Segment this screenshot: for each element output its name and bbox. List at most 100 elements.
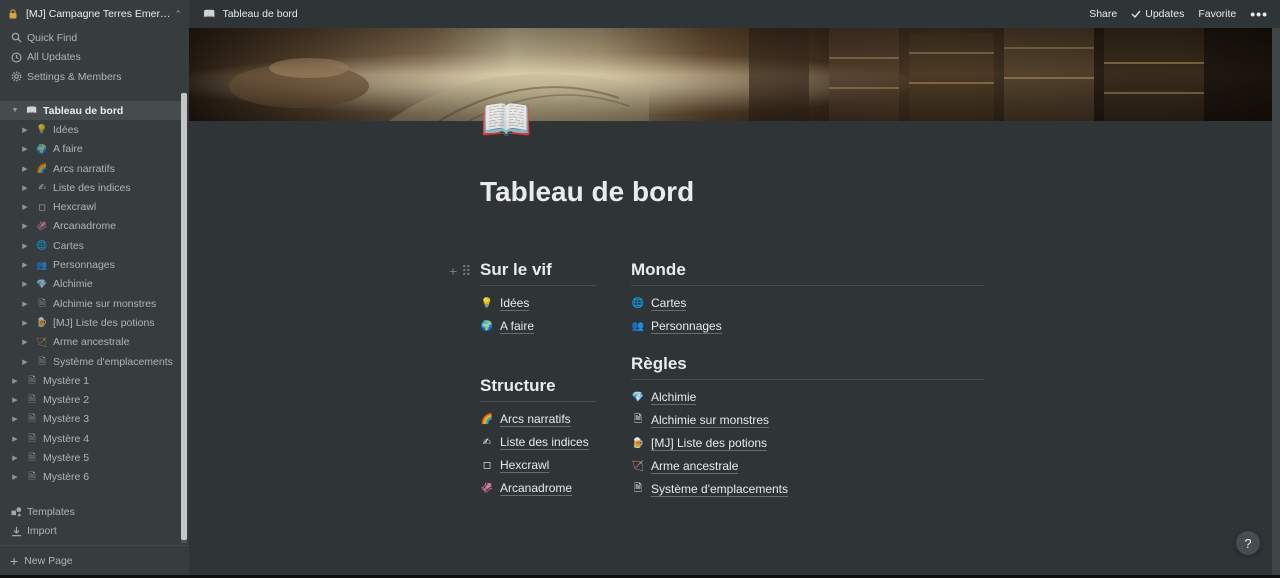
link-label: A faire <box>500 319 535 334</box>
toggle-collapsed-icon[interactable]: ▶ <box>20 358 30 366</box>
sidebar-item-systeme-emplacements[interactable]: ▶ 🗎 Système d'emplacements <box>0 352 182 371</box>
writing-hand-icon: ✍ <box>38 182 46 193</box>
toggle-collapsed-icon[interactable]: ▶ <box>20 242 30 250</box>
heading-structure[interactable]: Structure <box>480 374 596 402</box>
page-link-a-faire[interactable]: 🌍 A faire <box>480 315 596 338</box>
page-icon-book[interactable]: 📖 <box>480 96 532 144</box>
settings-members-link[interactable]: Settings & Members <box>0 67 189 87</box>
chevron-updown-icon: ⌃ <box>174 8 183 19</box>
clock-icon <box>10 51 22 63</box>
more-options-icon[interactable]: ••• <box>1243 6 1270 22</box>
sidebar-item-mystere-3[interactable]: ▶ 🗎 Mystère 3 <box>0 410 182 429</box>
toggle-collapsed-icon[interactable]: ▶ <box>10 473 20 481</box>
page-link-liste-des-potions[interactable]: 🍺 [MJ] Liste des potions <box>631 432 984 455</box>
sidebar-item-mystere-5[interactable]: ▶ 🗎 Mystère 5 <box>0 448 182 467</box>
help-button[interactable]: ? <box>1236 531 1260 555</box>
toggle-collapsed-icon[interactable]: ▶ <box>20 222 30 230</box>
lock-icon <box>9 9 17 19</box>
workspace-switcher[interactable]: [MJ] Campagne Terres Emer… ⌃ <box>0 0 189 28</box>
content-scrollbar[interactable] <box>1272 28 1280 578</box>
toggle-collapsed-icon[interactable]: ▶ <box>20 145 30 153</box>
toggle-collapsed-icon[interactable]: ▶ <box>20 319 30 327</box>
sidebar-item-liste-des-indices[interactable]: ▶ ✍ Liste des indices <box>0 178 182 197</box>
toggle-collapsed-icon[interactable]: ▶ <box>20 338 30 346</box>
block-handle[interactable]: + ⠿ <box>449 263 471 280</box>
page-link-arme-ancestrale[interactable]: 🏹 Arme ancestrale <box>631 455 984 478</box>
page-icon: 🗎 <box>28 471 36 482</box>
page-title[interactable]: Tableau de bord <box>480 176 694 208</box>
toggle-collapsed-icon[interactable]: ▶ <box>10 396 20 404</box>
sidebar-item-tableau-de-bord[interactable]: ▼ 📖 Tableau de bord <box>0 101 182 121</box>
import-link[interactable]: Import <box>0 522 182 542</box>
sidebar-item-label: Idées <box>53 123 79 136</box>
checkmark-icon <box>1131 10 1145 18</box>
heading-regles[interactable]: Règles <box>631 352 984 380</box>
bow-arrow-icon: 🏹 <box>631 461 645 472</box>
sidebar-item-idees[interactable]: ▶ 💡 Idées <box>0 120 182 139</box>
toggle-collapsed-icon[interactable]: ▶ <box>10 377 20 385</box>
toggle-collapsed-icon[interactable]: ▶ <box>20 184 30 192</box>
sidebar-item-mystere-4[interactable]: ▶ 🗎 Mystère 4 <box>0 429 182 448</box>
page-cover-image[interactable] <box>189 28 1272 121</box>
sidebar-item-mystere-1[interactable]: ▶ 🗎 Mystère 1 <box>0 371 182 390</box>
sidebar-item-cartes[interactable]: ▶ 🌐 Cartes <box>0 236 182 255</box>
link-label: Arme ancestrale <box>651 459 739 474</box>
sidebar-item-alchimie-sur-monstres[interactable]: ▶ 🗎 Alchimie sur monstres <box>0 294 182 313</box>
sidebar-item-label: Mystère 5 <box>43 451 90 464</box>
page-link-liste-des-indices[interactable]: ✍ Liste des indices <box>480 431 596 454</box>
toggle-collapsed-icon[interactable]: ▶ <box>20 300 30 308</box>
page-link-idees[interactable]: 💡 Idées <box>480 292 596 315</box>
page-link-cartes[interactable]: 🌐 Cartes <box>631 292 984 315</box>
sidebar-item-arcanadrome[interactable]: ▶ 🦑 Arcanadrome <box>0 217 182 236</box>
sidebar-item-alchimie[interactable]: ▶ 💎 Alchimie <box>0 275 182 294</box>
square-icon: ◻ <box>482 460 492 471</box>
sidebar-item-personnages[interactable]: ▶ 👥 Personnages <box>0 255 182 274</box>
favorite-button[interactable]: Favorite <box>1191 8 1243 20</box>
heading-monde[interactable]: Monde <box>631 258 984 286</box>
toggle-collapsed-icon[interactable]: ▶ <box>20 261 30 269</box>
updates-label: Updates <box>1145 8 1185 20</box>
column-left: Sur le vif 💡 Idées 🌍 A faire <box>480 258 596 338</box>
sidebar-item-arcs-narratifs[interactable]: ▶ 🌈 Arcs narratifs <box>0 159 182 178</box>
templates-link[interactable]: Templates <box>0 502 182 522</box>
page-link-alchimie-sur-monstres[interactable]: 🗎 Alchimie sur monstres <box>631 409 984 432</box>
toggle-collapsed-icon[interactable]: ▶ <box>20 280 30 288</box>
sidebar-item-arme-ancestrale[interactable]: ▶ 🏹 Arme ancestrale <box>0 333 182 352</box>
toggle-collapsed-icon[interactable]: ▶ <box>20 165 30 173</box>
people-icon: 👥 <box>631 321 645 332</box>
drag-handle-icon[interactable]: ⠿ <box>461 263 471 280</box>
all-updates-link[interactable]: All Updates <box>0 48 189 68</box>
sidebar-item-a-faire[interactable]: ▶ 🌍 A faire <box>0 140 182 159</box>
gear-icon <box>10 71 22 83</box>
updates-button[interactable]: Updates <box>1124 8 1191 20</box>
sidebar-item-hexcrawl[interactable]: ▶ ◻ Hexcrawl <box>0 197 182 216</box>
toggle-collapsed-icon[interactable]: ▶ <box>10 435 20 443</box>
beer-icon: 🍺 <box>36 317 48 328</box>
quick-find-link[interactable]: Quick Find <box>0 28 189 48</box>
toggle-collapsed-icon[interactable]: ▶ <box>10 415 20 423</box>
toggle-collapsed-icon[interactable]: ▶ <box>20 126 30 134</box>
sidebar-item-mystere-2[interactable]: ▶ 🗎 Mystère 2 <box>0 390 182 409</box>
page-link-alchimie[interactable]: 💎 Alchimie <box>631 386 984 409</box>
add-block-icon[interactable]: + <box>449 263 457 280</box>
book-icon: 📖 <box>203 8 216 20</box>
page-icon: 🗎 <box>38 297 46 308</box>
heading-sur-le-vif[interactable]: Sur le vif <box>480 258 596 286</box>
new-page-button[interactable]: + New Page <box>0 545 189 575</box>
page-icon: 🗎 <box>633 483 643 494</box>
page-link-arcanadrome[interactable]: 🦑 Arcanadrome <box>480 477 596 500</box>
sidebar-scrollbar-thumb[interactable] <box>181 93 187 540</box>
toggle-collapsed-icon[interactable]: ▶ <box>20 203 30 211</box>
share-button[interactable]: Share <box>1082 8 1124 20</box>
toggle-collapsed-icon[interactable]: ▶ <box>10 454 20 462</box>
page-link-systeme-emplacements[interactable]: 🗎 Système d'emplacements <box>631 478 984 501</box>
sidebar-item-label: Arme ancestrale <box>53 336 130 349</box>
writing-hand-icon: ✍ <box>482 437 492 448</box>
breadcrumb[interactable]: 📖 Tableau de bord <box>203 8 298 20</box>
page-link-arcs-narratifs[interactable]: 🌈 Arcs narratifs <box>480 408 596 431</box>
sidebar-item-mystere-6[interactable]: ▶ 🗎 Mystère 6 <box>0 468 182 487</box>
sidebar-item-liste-des-potions[interactable]: ▶ 🍺 [MJ] Liste des potions <box>0 313 182 332</box>
page-link-personnages[interactable]: 👥 Personnages <box>631 315 984 338</box>
toggle-expanded-icon[interactable]: ▼ <box>10 107 20 114</box>
page-link-hexcrawl[interactable]: ◻ Hexcrawl <box>480 454 596 477</box>
